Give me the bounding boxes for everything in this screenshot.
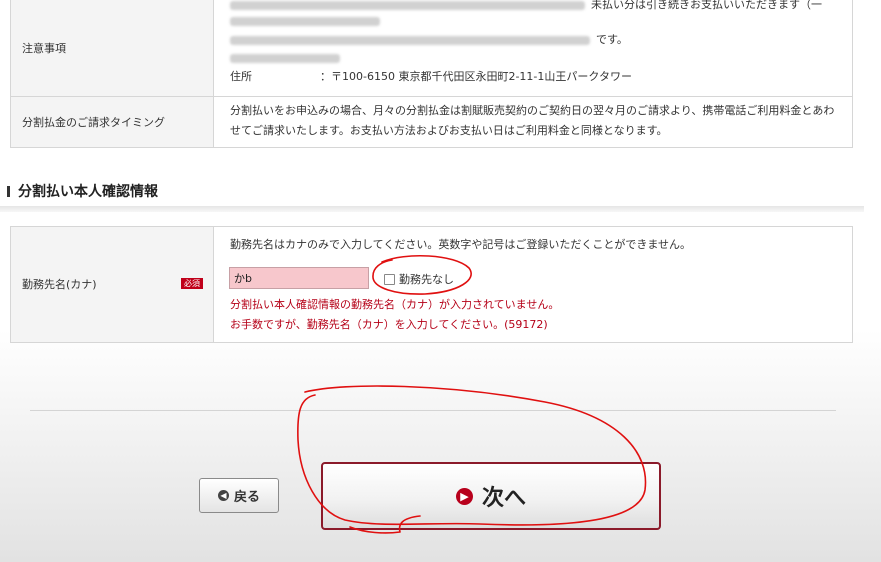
employer-kana-input[interactable] (229, 267, 369, 289)
employer-label: 勤務先名(カナ) (22, 278, 97, 291)
redacted-text (230, 0, 585, 10)
notes-row: 注意事項 未払い分は引き続きお支払いいただきます（一 です。 住所 ：〒100-… (11, 0, 852, 97)
heading-rule (0, 206, 864, 212)
checkbox-icon[interactable] (384, 273, 395, 285)
next-button-label: 次へ (481, 486, 526, 511)
notes-content: 未払い分は引き続きお支払いいただきます（一 です。 住所 ：〒100-6150 … (214, 0, 852, 96)
contract-info-table: 注意事項 未払い分は引き続きお支払いいただきます（一 です。 住所 ：〒100-… (10, 0, 853, 148)
notes-line-2 (230, 11, 380, 31)
employer-instruction: 勤務先名はカナのみで入力してください。英数字や記号はご登録いただくことができませ… (230, 238, 692, 251)
error-message-1: 分割払い本人確認情報の勤務先名（カナ）が入力されていません。 (230, 298, 560, 311)
notes-label: 注意事項 (11, 0, 214, 96)
back-button-label: 戻る (233, 490, 260, 505)
section-heading: 分割払い本人確認情報 (7, 181, 158, 201)
arrow-right-circle-icon: ▶ (455, 487, 473, 505)
notes-line-4 (230, 48, 340, 68)
address-label: 住所 (230, 70, 252, 83)
required-badge: 必須 (181, 278, 203, 289)
section-heading-text: 分割払い本人確認情報 (18, 184, 158, 200)
billing-timing-text: 分割払いをお申込みの場合、月々の分割払金は割賦販売契約のご契約日の翌々月のご請求… (230, 104, 835, 137)
employer-input-cell: 勤務先名はカナのみで入力してください。英数字や記号はご登録いただくことができませ… (214, 227, 852, 342)
next-button[interactable]: ▶ 次へ (321, 462, 661, 530)
billing-timing-label: 分割払金のご請求タイミング (11, 97, 214, 147)
billing-timing-row: 分割払金のご請求タイミング 分割払いをお申込みの場合、月々の分割払金は割賦販売契… (11, 97, 852, 147)
address-value: ：〒100-6150 東京都千代田区永田町2-11-1山王パークタワー (320, 70, 632, 83)
notes-line-3: です。 (230, 30, 628, 50)
error-message-2: お手数ですが、勤務先名（カナ）を入力してください。(59172) (230, 318, 548, 331)
employer-label-cell: 勤務先名(カナ) 必須 (11, 227, 214, 342)
redacted-text (230, 35, 590, 45)
footer-divider (30, 410, 836, 411)
employer-form-table: 勤務先名(カナ) 必須 勤務先名はカナのみで入力してください。英数字や記号はご登… (10, 226, 853, 343)
redacted-text (230, 53, 340, 63)
no-employer-label: 勤務先なし (399, 273, 454, 286)
notes-line-1-text: 未払い分は引き続きお支払いいただきます（一 (591, 0, 822, 11)
redacted-text (230, 16, 380, 26)
arrow-left-circle-icon: ◀ (217, 490, 229, 501)
heading-bar-icon (7, 185, 10, 197)
notes-line-3-text: です。 (596, 33, 628, 46)
notes-address-line: 住所 ：〒100-6150 東京都千代田区永田町2-11-1山王パークタワー (230, 67, 632, 87)
no-employer-checkbox[interactable]: 勤務先なし (384, 271, 454, 287)
back-button[interactable]: ◀ 戻る (199, 478, 279, 513)
